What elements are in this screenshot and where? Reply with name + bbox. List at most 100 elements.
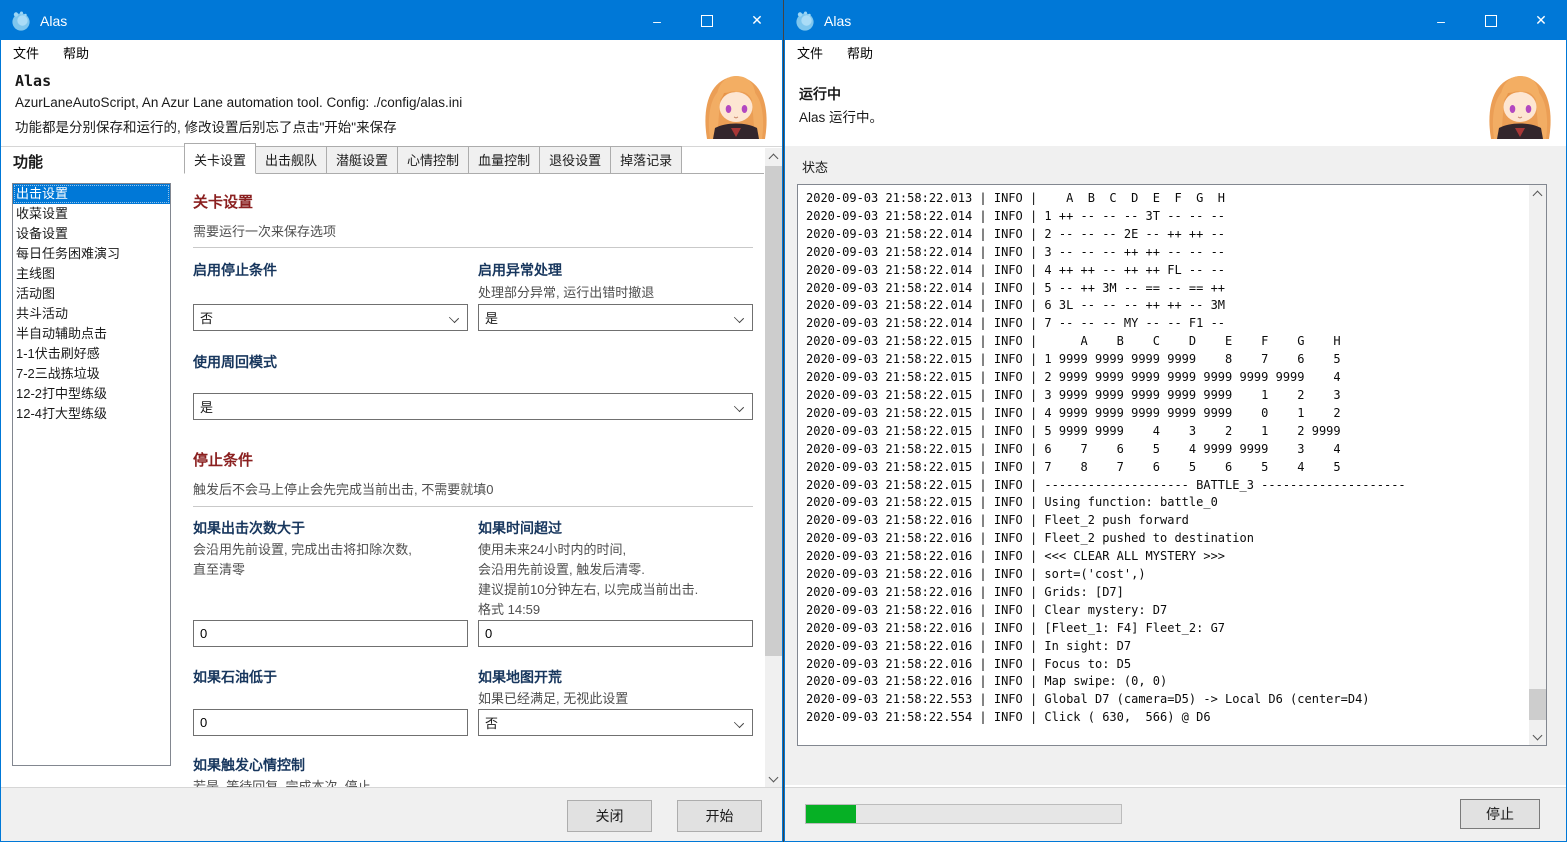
titlebar[interactable]: Alas – ✕ bbox=[785, 1, 1566, 40]
loop-mode-select[interactable]: 是 bbox=[193, 393, 753, 420]
sidebar-item[interactable]: 共斗活动 bbox=[13, 304, 170, 324]
menu-bar: 文件 帮助 bbox=[1, 40, 782, 64]
log-line: 2020-09-03 21:58:22.014 | INFO | 1 ++ --… bbox=[806, 208, 1226, 223]
maximize-button[interactable] bbox=[1466, 1, 1516, 40]
map-desc: 如果已经满足, 无视此设置 bbox=[478, 691, 629, 706]
log-line: 2020-09-03 21:58:22.014 | INFO | 3 -- --… bbox=[806, 244, 1226, 259]
time-desc: 格式 14:59 bbox=[478, 602, 541, 617]
menu-item[interactable]: 帮助 bbox=[847, 43, 873, 62]
chevron-down-icon bbox=[733, 401, 745, 413]
tab[interactable]: 心情控制 bbox=[397, 146, 470, 173]
scroll-thumb[interactable] bbox=[765, 166, 782, 656]
sidebar-item[interactable]: 设备设置 bbox=[13, 224, 170, 244]
select-value: 否 bbox=[485, 716, 499, 731]
maximize-icon bbox=[1485, 14, 1497, 27]
start-button[interactable]: 开始 bbox=[677, 800, 762, 832]
log-line: 2020-09-03 21:58:22.015 | INFO | 7 8 7 6… bbox=[806, 459, 1341, 474]
tab[interactable]: 关卡设置 bbox=[184, 143, 257, 174]
sidebar-heading: 功能 bbox=[13, 154, 44, 171]
tab[interactable]: 掉落记录 bbox=[610, 146, 683, 173]
avatar bbox=[700, 67, 772, 139]
sidebar-item[interactable]: 12-4打大型练级 bbox=[13, 404, 170, 424]
stop-button[interactable]: 停止 bbox=[1460, 799, 1540, 829]
sidebar-item[interactable]: 12-2打中型练级 bbox=[13, 384, 170, 404]
oil-label: 如果石油低于 bbox=[193, 669, 277, 685]
count-desc: 会沿用先前设置, 完成出击将扣除次数, bbox=[193, 542, 412, 557]
sidebar-item[interactable]: 每日任务困难演习 bbox=[13, 244, 170, 264]
scroll-down-icon[interactable] bbox=[765, 770, 782, 787]
app-header: 运行中 Alas 运行中。 bbox=[785, 64, 1566, 147]
log-line: 2020-09-03 21:58:22.553 | INFO | Global … bbox=[806, 692, 1370, 707]
chevron-down-icon bbox=[733, 717, 745, 729]
log-line: 2020-09-03 21:58:22.014 | INFO | 2 -- --… bbox=[806, 226, 1226, 241]
run-status-line: Alas 运行中。 bbox=[799, 110, 884, 125]
alas-running-window: Alas – ✕ 文件 帮助 运行中 Alas 运行中。 状态 2020-09-0… bbox=[784, 0, 1567, 842]
count-desc: 直至清零 bbox=[193, 562, 246, 577]
log-line: 2020-09-03 21:58:22.013 | INFO | A B C D… bbox=[806, 191, 1226, 205]
emotion-label: 如果触发心情控制 bbox=[193, 757, 305, 773]
log-scrollbar[interactable] bbox=[1529, 185, 1546, 745]
log-line: 2020-09-03 21:58:22.015 | INFO | 3 9999 … bbox=[806, 387, 1341, 402]
tab[interactable]: 潜艇设置 bbox=[326, 146, 399, 173]
select-value: 否 bbox=[200, 311, 214, 326]
close-button[interactable]: ✕ bbox=[732, 1, 782, 40]
footer-bar: 关闭 开始 bbox=[1, 787, 782, 841]
close-window-button[interactable]: 关闭 bbox=[567, 800, 652, 832]
oil-input[interactable] bbox=[193, 709, 468, 736]
tab[interactable]: 退役设置 bbox=[539, 146, 612, 173]
map-select[interactable]: 否 bbox=[478, 709, 753, 736]
tab[interactable]: 血量控制 bbox=[468, 146, 541, 173]
app-hint: 功能都是分别保存和运行的, 修改设置后别忘了点击"开始"来保存 bbox=[15, 120, 397, 135]
sidebar-item[interactable]: 活动图 bbox=[13, 284, 170, 304]
menu-item[interactable]: 文件 bbox=[13, 43, 39, 62]
chevron-down-icon bbox=[448, 312, 460, 324]
log-line: 2020-09-03 21:58:22.016 | INFO | Grids: … bbox=[806, 584, 1124, 599]
titlebar[interactable]: Alas – ✕ bbox=[1, 1, 782, 40]
exception-select[interactable]: 是 bbox=[478, 304, 753, 331]
log-line: 2020-09-03 21:58:22.015 | INFO | -------… bbox=[806, 477, 1406, 492]
scroll-track[interactable] bbox=[1529, 202, 1546, 728]
scroll-up-icon[interactable] bbox=[1529, 185, 1546, 202]
progress-bar bbox=[805, 804, 1122, 824]
loop-mode-label: 使用周回模式 bbox=[193, 354, 277, 370]
log-line: 2020-09-03 21:58:22.015 | INFO | 1 9999 … bbox=[806, 352, 1341, 367]
sidebar-item[interactable]: 出击设置 bbox=[13, 184, 170, 204]
log-line: 2020-09-03 21:58:22.014 | INFO | 4 ++ ++… bbox=[806, 262, 1226, 277]
form-scrollbar[interactable] bbox=[765, 148, 782, 787]
app-subtitle: AzurLaneAutoScript, An Azur Lane automat… bbox=[15, 95, 463, 110]
count-input[interactable] bbox=[193, 620, 468, 647]
sidebar-item[interactable]: 1-1伏击刷好感 bbox=[13, 344, 170, 364]
maximize-button[interactable] bbox=[682, 1, 732, 40]
log-box: 2020-09-03 21:58:22.013 | INFO | A B C D… bbox=[797, 184, 1547, 746]
tab[interactable]: 出击舰队 bbox=[255, 146, 328, 173]
enable-stop-label: 启用停止条件 bbox=[193, 262, 277, 278]
scroll-up-icon[interactable] bbox=[765, 148, 782, 165]
function-listbox[interactable]: 出击设置 收菜设置 设备设置 每日任务困难演习 主线图 活动图 共斗活动 半自动辅助点击 1-1… bbox=[12, 183, 171, 766]
log-line: 2020-09-03 21:58:22.016 | INFO | Fleet_2… bbox=[806, 513, 1189, 528]
time-desc: 会沿用先前设置, 触发后清零. bbox=[478, 562, 645, 577]
log-line: 2020-09-03 21:58:22.015 | INFO | A B C D… bbox=[806, 334, 1341, 349]
scroll-down-icon[interactable] bbox=[1529, 728, 1546, 745]
close-icon: ✕ bbox=[1535, 12, 1547, 28]
sidebar-item[interactable]: 半自动辅助点击 bbox=[13, 324, 170, 344]
minimize-button[interactable]: – bbox=[632, 1, 682, 40]
menu-item[interactable]: 帮助 bbox=[63, 43, 89, 62]
alas-config-window: Alas – ✕ 文件 帮助 Alas AzurLaneAutoScript, A… bbox=[0, 0, 783, 842]
section-desc: 触发后不会马上停止会先完成当前出击, 不需要就填0 bbox=[193, 482, 494, 497]
close-button[interactable]: ✕ bbox=[1516, 1, 1566, 40]
time-input[interactable] bbox=[478, 620, 753, 647]
menu-item[interactable]: 文件 bbox=[797, 43, 823, 62]
sidebar-item[interactable]: 收菜设置 bbox=[13, 204, 170, 224]
window-title: Alas bbox=[40, 12, 68, 29]
run-status-title: 运行中 bbox=[799, 86, 841, 102]
time-label: 如果时间超过 bbox=[478, 520, 562, 536]
enable-stop-select[interactable]: 否 bbox=[193, 304, 468, 331]
sidebar-item[interactable]: 7-2三战拣垃圾 bbox=[13, 364, 170, 384]
scroll-thumb[interactable] bbox=[1529, 689, 1546, 720]
divider bbox=[193, 247, 753, 248]
scroll-track[interactable] bbox=[765, 165, 782, 770]
log-line: 2020-09-03 21:58:22.016 | INFO | Clear m… bbox=[806, 602, 1168, 617]
progress-fill bbox=[806, 805, 857, 823]
minimize-button[interactable]: – bbox=[1416, 1, 1466, 40]
sidebar-item[interactable]: 主线图 bbox=[13, 264, 170, 284]
